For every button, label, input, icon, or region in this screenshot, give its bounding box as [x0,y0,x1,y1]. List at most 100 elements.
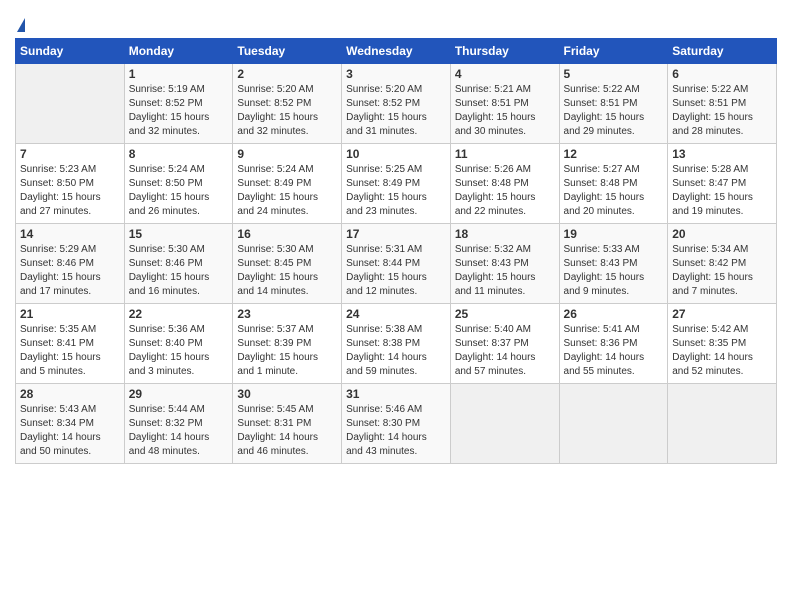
day-info: Sunrise: 5:29 AM Sunset: 8:46 PM Dayligh… [20,243,120,299]
day-number: 6 [672,67,772,81]
calendar-cell: 5 Sunrise: 5:22 AM Sunset: 8:51 PM Dayli… [559,64,668,144]
calendar-cell [559,384,668,464]
day-number: 31 [346,387,446,401]
day-info: Sunrise: 5:38 AM Sunset: 8:38 PM Dayligh… [346,323,446,379]
calendar-cell: 31 Sunrise: 5:46 AM Sunset: 8:30 PM Dayl… [342,384,451,464]
day-number: 26 [564,307,664,321]
header-row: SundayMondayTuesdayWednesdayThursdayFrid… [16,39,777,64]
header [15,10,777,32]
calendar-cell: 14 Sunrise: 5:29 AM Sunset: 8:46 PM Dayl… [16,224,125,304]
calendar-cell: 10 Sunrise: 5:25 AM Sunset: 8:49 PM Dayl… [342,144,451,224]
day-info: Sunrise: 5:40 AM Sunset: 8:37 PM Dayligh… [455,323,555,379]
day-info: Sunrise: 5:31 AM Sunset: 8:44 PM Dayligh… [346,243,446,299]
calendar-cell: 11 Sunrise: 5:26 AM Sunset: 8:48 PM Dayl… [450,144,559,224]
calendar-cell: 25 Sunrise: 5:40 AM Sunset: 8:37 PM Dayl… [450,304,559,384]
day-number: 5 [564,67,664,81]
day-number: 12 [564,147,664,161]
calendar-week-5: 28 Sunrise: 5:43 AM Sunset: 8:34 PM Dayl… [16,384,777,464]
day-number: 25 [455,307,555,321]
calendar-cell: 4 Sunrise: 5:21 AM Sunset: 8:51 PM Dayli… [450,64,559,144]
header-cell-friday: Friday [559,39,668,64]
day-number: 23 [237,307,337,321]
day-info: Sunrise: 5:22 AM Sunset: 8:51 PM Dayligh… [672,83,772,139]
day-number: 27 [672,307,772,321]
day-info: Sunrise: 5:28 AM Sunset: 8:47 PM Dayligh… [672,163,772,219]
day-number: 14 [20,227,120,241]
day-info: Sunrise: 5:20 AM Sunset: 8:52 PM Dayligh… [346,83,446,139]
calendar-cell: 27 Sunrise: 5:42 AM Sunset: 8:35 PM Dayl… [668,304,777,384]
day-info: Sunrise: 5:42 AM Sunset: 8:35 PM Dayligh… [672,323,772,379]
day-number: 8 [129,147,229,161]
day-number: 29 [129,387,229,401]
calendar-cell: 19 Sunrise: 5:33 AM Sunset: 8:43 PM Dayl… [559,224,668,304]
calendar-cell: 16 Sunrise: 5:30 AM Sunset: 8:45 PM Dayl… [233,224,342,304]
calendar-cell: 30 Sunrise: 5:45 AM Sunset: 8:31 PM Dayl… [233,384,342,464]
calendar-cell: 26 Sunrise: 5:41 AM Sunset: 8:36 PM Dayl… [559,304,668,384]
day-info: Sunrise: 5:36 AM Sunset: 8:40 PM Dayligh… [129,323,229,379]
calendar-cell: 20 Sunrise: 5:34 AM Sunset: 8:42 PM Dayl… [668,224,777,304]
calendar-cell [16,64,125,144]
day-info: Sunrise: 5:20 AM Sunset: 8:52 PM Dayligh… [237,83,337,139]
calendar-cell: 8 Sunrise: 5:24 AM Sunset: 8:50 PM Dayli… [124,144,233,224]
day-info: Sunrise: 5:24 AM Sunset: 8:49 PM Dayligh… [237,163,337,219]
calendar-cell: 24 Sunrise: 5:38 AM Sunset: 8:38 PM Dayl… [342,304,451,384]
day-info: Sunrise: 5:35 AM Sunset: 8:41 PM Dayligh… [20,323,120,379]
day-info: Sunrise: 5:32 AM Sunset: 8:43 PM Dayligh… [455,243,555,299]
day-info: Sunrise: 5:25 AM Sunset: 8:49 PM Dayligh… [346,163,446,219]
calendar-cell: 28 Sunrise: 5:43 AM Sunset: 8:34 PM Dayl… [16,384,125,464]
calendar-week-3: 14 Sunrise: 5:29 AM Sunset: 8:46 PM Dayl… [16,224,777,304]
day-number: 7 [20,147,120,161]
calendar-cell: 23 Sunrise: 5:37 AM Sunset: 8:39 PM Dayl… [233,304,342,384]
calendar-cell [450,384,559,464]
day-number: 9 [237,147,337,161]
day-info: Sunrise: 5:45 AM Sunset: 8:31 PM Dayligh… [237,403,337,459]
day-info: Sunrise: 5:21 AM Sunset: 8:51 PM Dayligh… [455,83,555,139]
day-number: 17 [346,227,446,241]
calendar-cell: 7 Sunrise: 5:23 AM Sunset: 8:50 PM Dayli… [16,144,125,224]
calendar-cell: 29 Sunrise: 5:44 AM Sunset: 8:32 PM Dayl… [124,384,233,464]
day-info: Sunrise: 5:46 AM Sunset: 8:30 PM Dayligh… [346,403,446,459]
logo-icon [17,18,25,32]
calendar-cell [668,384,777,464]
calendar-cell: 3 Sunrise: 5:20 AM Sunset: 8:52 PM Dayli… [342,64,451,144]
calendar-week-2: 7 Sunrise: 5:23 AM Sunset: 8:50 PM Dayli… [16,144,777,224]
calendar-cell: 6 Sunrise: 5:22 AM Sunset: 8:51 PM Dayli… [668,64,777,144]
day-info: Sunrise: 5:19 AM Sunset: 8:52 PM Dayligh… [129,83,229,139]
calendar-cell: 17 Sunrise: 5:31 AM Sunset: 8:44 PM Dayl… [342,224,451,304]
calendar-cell: 18 Sunrise: 5:32 AM Sunset: 8:43 PM Dayl… [450,224,559,304]
day-number: 2 [237,67,337,81]
day-number: 4 [455,67,555,81]
calendar-cell: 12 Sunrise: 5:27 AM Sunset: 8:48 PM Dayl… [559,144,668,224]
calendar-cell: 13 Sunrise: 5:28 AM Sunset: 8:47 PM Dayl… [668,144,777,224]
header-cell-thursday: Thursday [450,39,559,64]
day-info: Sunrise: 5:24 AM Sunset: 8:50 PM Dayligh… [129,163,229,219]
calendar-cell: 22 Sunrise: 5:36 AM Sunset: 8:40 PM Dayl… [124,304,233,384]
calendar-week-4: 21 Sunrise: 5:35 AM Sunset: 8:41 PM Dayl… [16,304,777,384]
day-number: 13 [672,147,772,161]
day-number: 1 [129,67,229,81]
calendar-table: SundayMondayTuesdayWednesdayThursdayFrid… [15,38,777,464]
day-info: Sunrise: 5:41 AM Sunset: 8:36 PM Dayligh… [564,323,664,379]
day-number: 16 [237,227,337,241]
logo [15,18,25,32]
day-number: 18 [455,227,555,241]
calendar-cell: 2 Sunrise: 5:20 AM Sunset: 8:52 PM Dayli… [233,64,342,144]
day-info: Sunrise: 5:23 AM Sunset: 8:50 PM Dayligh… [20,163,120,219]
calendar-cell: 21 Sunrise: 5:35 AM Sunset: 8:41 PM Dayl… [16,304,125,384]
calendar-cell: 1 Sunrise: 5:19 AM Sunset: 8:52 PM Dayli… [124,64,233,144]
day-number: 21 [20,307,120,321]
header-cell-wednesday: Wednesday [342,39,451,64]
header-cell-sunday: Sunday [16,39,125,64]
day-number: 10 [346,147,446,161]
day-info: Sunrise: 5:26 AM Sunset: 8:48 PM Dayligh… [455,163,555,219]
day-info: Sunrise: 5:43 AM Sunset: 8:34 PM Dayligh… [20,403,120,459]
day-number: 28 [20,387,120,401]
day-info: Sunrise: 5:33 AM Sunset: 8:43 PM Dayligh… [564,243,664,299]
calendar-cell: 15 Sunrise: 5:30 AM Sunset: 8:46 PM Dayl… [124,224,233,304]
day-info: Sunrise: 5:30 AM Sunset: 8:46 PM Dayligh… [129,243,229,299]
calendar-cell: 9 Sunrise: 5:24 AM Sunset: 8:49 PM Dayli… [233,144,342,224]
day-number: 15 [129,227,229,241]
day-number: 22 [129,307,229,321]
day-number: 3 [346,67,446,81]
day-info: Sunrise: 5:27 AM Sunset: 8:48 PM Dayligh… [564,163,664,219]
